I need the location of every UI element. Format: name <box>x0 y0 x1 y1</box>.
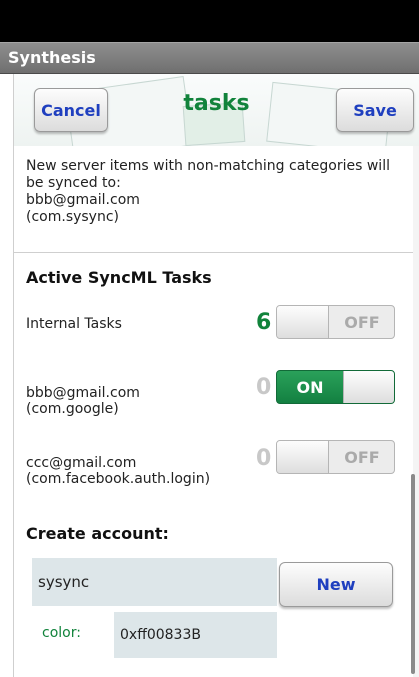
app-title: Synthesis <box>8 48 96 67</box>
task-count-internal: 6 <box>256 310 272 335</box>
toggle-knob <box>277 441 329 473</box>
toggle-knob <box>343 371 394 403</box>
toggle-ccc-tasks[interactable]: OFF <box>276 440 395 474</box>
status-bar <box>0 0 419 42</box>
account-name-input[interactable]: sysync <box>32 558 277 606</box>
scrollbar[interactable] <box>411 474 415 674</box>
task-row-ccc-label: ccc@gmail.com (com.facebook.auth.login) <box>26 455 210 487</box>
task-label: bbb@gmail.com <box>26 385 140 401</box>
active-tasks-title: Active SyncML Tasks <box>26 268 212 287</box>
task-row-internal-label: Internal Tasks <box>26 316 122 332</box>
info-text: New server items with non-matching categ… <box>26 158 390 191</box>
toggle-knob <box>277 306 329 338</box>
sync-target-info: New server items with non-matching categ… <box>26 158 406 226</box>
new-account-button[interactable]: New <box>279 562 393 607</box>
toggle-state: OFF <box>344 312 380 332</box>
task-row-bbb-label: bbb@gmail.com (com.google) <box>26 385 140 417</box>
save-button[interactable]: Save <box>336 88 414 132</box>
task-count-ccc: 0 <box>256 446 272 471</box>
color-label: color: <box>42 625 81 641</box>
toggle-bbb-tasks[interactable]: ON <box>276 370 395 404</box>
color-input[interactable]: 0xff00833B <box>114 612 277 658</box>
toggle-state: ON <box>277 371 343 403</box>
cancel-button[interactable]: Cancel <box>34 88 108 132</box>
task-account-type: (com.facebook.auth.login) <box>26 471 211 487</box>
divider <box>14 252 413 253</box>
toggle-state: OFF <box>344 447 380 467</box>
info-account-type: (com.sysync) <box>26 209 120 225</box>
left-edge <box>0 74 14 677</box>
create-account-title: Create account: <box>26 524 169 543</box>
toggle-internal-tasks[interactable]: OFF <box>276 305 395 339</box>
task-label: Internal Tasks <box>26 316 122 332</box>
task-account-type: (com.google) <box>26 401 119 417</box>
info-account: bbb@gmail.com <box>26 192 140 208</box>
task-label: ccc@gmail.com <box>26 455 137 471</box>
header-bar: tasks Cancel Save <box>14 74 419 146</box>
app-title-bar: Synthesis <box>0 42 419 74</box>
task-count-bbb: 0 <box>256 375 272 400</box>
